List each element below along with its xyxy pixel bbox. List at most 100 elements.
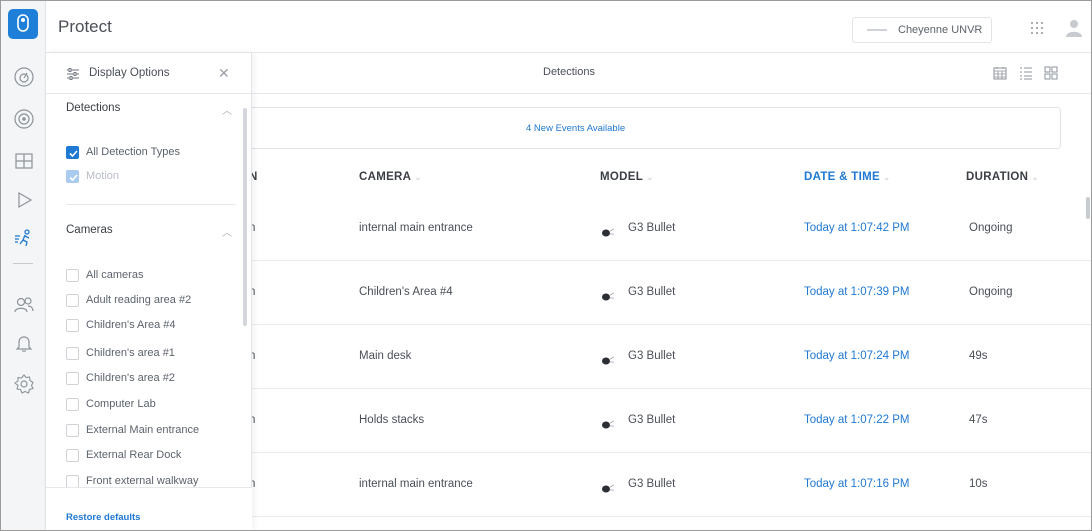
nvr-name: Cheyenne UNVR [898,24,983,36]
detections-icon[interactable] [12,226,36,250]
cell-date-time[interactable]: Today at 1:07:42 PM [804,222,909,234]
chevron-down-icon: ⌄ [971,24,980,35]
cell-date-time[interactable]: Today at 1:07:16 PM [804,478,909,490]
left-nav-rail [1,1,46,530]
panel-scrollbar[interactable] [243,108,247,326]
column-header-label: DATE & TIME [804,171,880,183]
cell-model: G3 Bullet [628,222,676,234]
settings-icon[interactable] [12,372,36,396]
cell-duration: 47s [969,414,988,426]
cell-camera: Main desk [359,350,412,362]
camera-model-icon [601,224,615,237]
user-avatar-icon[interactable] [1066,19,1082,42]
checkbox-label[interactable]: Front external walkway [86,475,199,487]
chevron-up-icon[interactable]: ︿ [222,224,232,239]
checkbox-label[interactable]: Children's area #1 [86,347,175,359]
chevron-up-icon[interactable]: ︿ [222,102,232,117]
liveview-icon[interactable] [12,149,36,173]
table-header: N CAMERA ⌄ MODEL ⌄ DATE & TIME ⌄ DURATION ⌄ [231,163,1091,191]
app-window: Protect Cheyenne UNVR ⌄ Detections 4 New… [0,0,1092,531]
column-header-duration[interactable]: DURATION ⌄ [966,171,1039,183]
restore-defaults-link[interactable]: Restore defaults [66,512,140,523]
nvr-selector[interactable]: Cheyenne UNVR ⌄ [852,17,992,43]
cell-camera: internal main entrance [359,478,473,490]
cell-camera: Holds stacks [359,414,425,426]
column-header-camera[interactable]: CAMERA ⌄ [359,171,422,183]
camera-model-icon [601,416,615,429]
column-header-label: CAMERA [359,171,412,183]
rail-divider [13,263,33,264]
checkbox-label[interactable]: External Main entrance [86,424,199,436]
table-row[interactable]: n internal main entrance G3 Bullet Today… [231,453,1091,517]
sort-caret-icon: ⌄ [414,172,423,182]
logo-icon[interactable] [8,9,38,39]
section-divider [66,204,236,205]
table-row[interactable]: n Main desk G3 Bullet Today at 1:07:24 P… [231,325,1091,389]
cell-model: G3 Bullet [628,414,676,426]
checkbox-label[interactable]: All cameras [86,269,143,281]
new-events-banner[interactable]: 4 New Events Available [231,107,1061,149]
cell-date-time[interactable]: Today at 1:07:39 PM [804,286,909,298]
close-icon[interactable]: ✕ [218,65,230,82]
devices-icon[interactable] [12,107,36,131]
app-title: Protect [58,17,112,36]
cell-date-time[interactable]: Today at 1:07:22 PM [804,414,909,426]
checkbox-all-detection-types[interactable] [66,146,79,159]
checkbox-label[interactable]: Children's area #2 [86,372,175,384]
table-scrollbar[interactable] [1086,197,1090,219]
checkbox-motion[interactable] [66,170,79,183]
camera-model-icon [601,352,615,365]
calendar-view-icon[interactable] [992,65,1008,81]
checkbox-label[interactable]: All Detection Types [86,146,180,158]
checkbox-camera[interactable] [66,449,79,462]
cell-date-time[interactable]: Today at 1:07:24 PM [804,350,909,362]
sliders-icon [66,67,80,85]
checkbox-label[interactable]: Adult reading area #2 [86,294,191,306]
checkbox-camera[interactable] [66,398,79,411]
checkbox-camera[interactable] [66,372,79,385]
cell-camera: Children's Area #4 [359,286,453,298]
cell-model: G3 Bullet [628,286,676,298]
panel-header: Display Options ✕ [46,53,252,94]
list-view-icon[interactable] [1018,65,1034,81]
checkbox-camera[interactable] [66,294,79,307]
cell-duration: 10s [969,478,988,490]
dashboard-icon[interactable] [12,65,36,89]
checkbox-label[interactable]: Motion [86,170,119,182]
column-header-model[interactable]: MODEL ⌄ [600,171,654,183]
alerts-icon[interactable] [12,331,36,355]
page-title: Detections [543,66,595,78]
checkbox-label[interactable]: Computer Lab [86,398,156,410]
panel-footer: Restore defaults [46,487,252,530]
apps-grid-icon[interactable] [1030,21,1044,40]
cell-duration: Ongoing [969,286,1013,298]
checkbox-camera[interactable] [66,424,79,437]
checkbox-label[interactable]: Children's Area #4 [86,319,176,331]
sort-caret-icon: ⌄ [646,172,654,182]
top-header: Protect Cheyenne UNVR ⌄ [46,1,1091,53]
cell-model: G3 Bullet [628,350,676,362]
table-row[interactable]: n Children's Area #4 G3 Bullet Today at … [231,261,1091,325]
checkbox-camera[interactable] [66,347,79,360]
users-icon[interactable] [12,293,36,317]
checkbox-label[interactable]: External Rear Dock [86,449,181,461]
new-events-text: 4 New Events Available [526,123,626,134]
table-row[interactable]: n internal main entrance G3 Bullet Today… [231,197,1091,261]
grid-view-icon[interactable] [1043,65,1059,81]
sort-caret-icon: ⌄ [1031,172,1040,182]
cell-model: G3 Bullet [628,478,676,490]
table-row[interactable]: n Holds stacks G3 Bullet Today at 1:07:2… [231,389,1091,453]
cell-duration: 49s [969,350,988,362]
camera-model-icon [601,288,615,301]
column-header-label: DURATION [966,171,1029,183]
display-options-panel: Display Options ✕ Detections ︿ All Detec… [46,53,252,530]
column-header-date-time[interactable]: DATE & TIME ⌄ [804,171,891,183]
column-header-label: MODEL [600,171,644,183]
checkbox-camera[interactable] [66,319,79,332]
cell-camera: internal main entrance [359,222,473,234]
detections-section-title[interactable]: Detections [66,102,120,114]
cameras-section-title[interactable]: Cameras [66,224,113,236]
checkbox-camera[interactable] [66,269,79,282]
panel-title: Display Options [89,67,170,79]
timelapse-icon[interactable] [12,188,36,212]
